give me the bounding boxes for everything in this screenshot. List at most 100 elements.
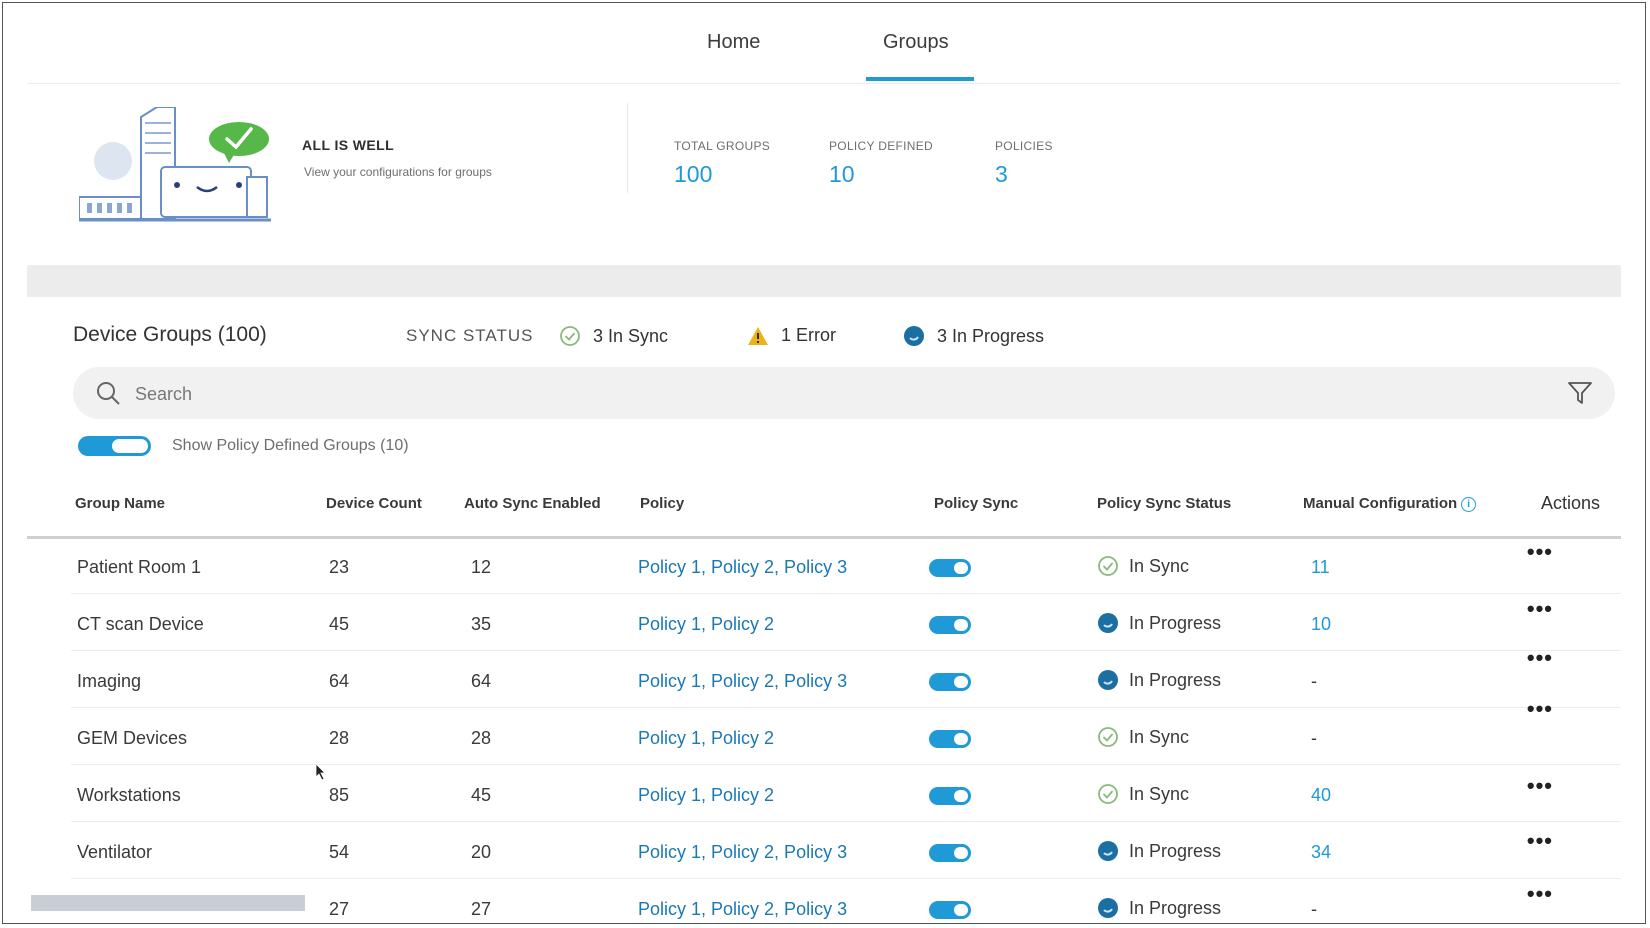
stat-total-groups-value: 100	[674, 161, 713, 187]
progress-icon	[1098, 841, 1118, 861]
policy-sync-status: In Sync	[1097, 783, 1189, 805]
policy-defined-toggle[interactable]	[78, 436, 151, 456]
filter-icon[interactable]	[1567, 381, 1593, 405]
group-name[interactable]: Ventilator	[77, 842, 152, 863]
illustration-icon	[79, 107, 271, 222]
device-count: 45	[329, 614, 350, 634]
search-input[interactable]	[133, 367, 1517, 421]
info-icon[interactable]: i	[1461, 496, 1477, 512]
table-row[interactable]: Imaging 64 64 Policy 1, Policy 2, Policy 3 I…	[71, 645, 1621, 708]
row-actions-menu[interactable]: •••	[1527, 881, 1553, 907]
row-actions-menu[interactable]: •••	[1527, 696, 1553, 722]
policy-sync-status: In Sync	[1097, 726, 1189, 748]
sync-in-progress-text: 3 In Progress	[937, 325, 1045, 346]
policy-sync-toggle[interactable]	[929, 844, 971, 862]
device-count: 85	[329, 785, 350, 805]
policy-sync-status: In Progress	[1097, 897, 1221, 919]
policy-link[interactable]: Policy 1, Policy 2	[638, 728, 774, 749]
sync-status-label: SYNC STATUS	[406, 326, 534, 345]
policy-sync-toggle-cell	[929, 559, 971, 582]
manual-config-value[interactable]: 10	[1311, 614, 1331, 635]
policy-link[interactable]: Policy 1, Policy 2, Policy 3	[638, 899, 847, 920]
col-auto-sync[interactable]: Auto Sync Enabled	[464, 495, 601, 512]
policy-sync-status: In Progress	[1097, 840, 1221, 862]
manual-config-value[interactable]: 34	[1311, 842, 1331, 863]
policy-sync-status-text: In Sync	[1129, 555, 1190, 576]
policy-sync-toggle[interactable]	[929, 559, 971, 577]
policy-link[interactable]: Policy 1, Policy 2	[638, 614, 774, 635]
policy-sync-status-text: In Progress	[1129, 840, 1222, 861]
policy-sync-status-text: In Sync	[1129, 726, 1190, 747]
col-policy-sync[interactable]: Policy Sync	[934, 495, 1018, 512]
auto-sync-count: 64	[471, 671, 492, 691]
group-name[interactable]: Patient Room 1	[77, 557, 201, 578]
policy-link[interactable]: Policy 1, Policy 2, Policy 3	[638, 842, 847, 863]
col-policy-sync-status[interactable]: Policy Sync Status	[1097, 495, 1231, 512]
table-header: Group Name Device Count Auto Sync Enable…	[27, 473, 1621, 539]
stat-policy-defined-label: POLICY DEFINED	[829, 139, 934, 153]
video-thumbnail-strip[interactable]	[31, 895, 305, 911]
policy-sync-toggle-cell	[929, 787, 971, 810]
policy-sync-toggle[interactable]	[929, 787, 971, 805]
tab-groups[interactable]: Groups	[883, 31, 949, 54]
row-actions-menu[interactable]: •••	[1527, 645, 1553, 671]
col-policy[interactable]: Policy	[640, 495, 684, 512]
sync-error-text: 1 Error	[781, 325, 837, 345]
manual-config-value[interactable]: 11	[1311, 557, 1330, 578]
policy-link[interactable]: Policy 1, Policy 2, Policy 3	[638, 671, 847, 692]
col-manual-config-label: Manual Configuration	[1303, 495, 1458, 512]
table-row[interactable]: GEM Devices 28 28 Policy 1, Policy 2 In Sync…	[71, 696, 1621, 765]
col-device-count[interactable]: Device Count	[326, 495, 422, 512]
group-name[interactable]: GEM Devices	[77, 728, 187, 749]
policy-sync-toggle[interactable]	[929, 730, 971, 748]
progress-icon	[904, 326, 924, 346]
group-name[interactable]: CT scan Device	[77, 614, 204, 635]
col-actions: Actions	[1541, 493, 1601, 513]
sync-in-sync-summary[interactable]: 3 In Sync	[559, 325, 668, 347]
policy-sync-status-text: In Progress	[1129, 612, 1222, 633]
manual-config-value[interactable]: 40	[1311, 785, 1331, 806]
active-tab-indicator	[866, 77, 974, 81]
device-groups-title: Device Groups (100)	[73, 323, 267, 346]
warning-icon	[748, 326, 768, 345]
policy-sync-toggle-cell	[929, 673, 971, 696]
policy-sync-toggle[interactable]	[929, 673, 971, 691]
tab-home[interactable]: Home	[707, 31, 760, 54]
auto-sync-count: 45	[471, 785, 492, 805]
policy-sync-toggle-cell	[929, 844, 971, 867]
sync-in-progress-summary[interactable]: 3 In Progress	[903, 325, 1044, 347]
policy-sync-status-text: In Progress	[1129, 669, 1222, 690]
check-circle-icon	[560, 326, 580, 346]
row-actions-menu[interactable]: •••	[1527, 773, 1553, 799]
policy-sync-toggle[interactable]	[929, 901, 971, 919]
policy-sync-toggle-cell	[929, 730, 971, 753]
device-count: 28	[329, 728, 350, 748]
row-actions-menu[interactable]: •••	[1527, 828, 1553, 854]
policy-link[interactable]: Policy 1, Policy 2, Policy 3	[638, 557, 847, 578]
device-count: 64	[329, 671, 350, 691]
auto-sync-count: 20	[471, 842, 492, 862]
table-row[interactable]: Ventilator 54 20 Policy 1, Policy 2, Policy…	[71, 822, 1621, 879]
row-actions-menu[interactable]: •••	[1527, 539, 1553, 565]
policy-sync-status: In Sync	[1097, 555, 1189, 577]
banner-subtitle: View your configurations for groups	[304, 165, 492, 179]
section-divider-band	[27, 265, 1621, 297]
table-row[interactable]: Workstations 85 45 Policy 1, Policy 2 In Syn…	[71, 765, 1621, 822]
policy-sync-status-text: In Sync	[1129, 783, 1190, 804]
manual-config-value: -	[1311, 899, 1317, 919]
policy-link[interactable]: Policy 1, Policy 2	[638, 785, 774, 806]
check-circle-icon	[1098, 784, 1118, 804]
row-actions-menu[interactable]: •••	[1527, 596, 1553, 622]
group-name[interactable]: Workstations	[77, 785, 181, 806]
sync-error-summary[interactable]: 1 Error	[747, 325, 836, 346]
table-row[interactable]: Patient Room 1 23 12 Policy 1, Policy 2, Po…	[71, 537, 1621, 594]
device-count: 23	[329, 557, 350, 577]
manual-config-value: -	[1311, 671, 1317, 691]
policy-sync-toggle[interactable]	[929, 616, 971, 634]
col-group-name[interactable]: Group Name	[75, 495, 165, 512]
auto-sync-count: 12	[471, 557, 492, 577]
col-manual-config[interactable]: Manual Configuration i	[1303, 495, 1477, 512]
table-row[interactable]: CT scan Device 45 35 Policy 1, Policy 2 In P…	[71, 594, 1621, 651]
mouse-cursor-icon	[315, 763, 326, 781]
group-name[interactable]: Imaging	[77, 671, 141, 692]
